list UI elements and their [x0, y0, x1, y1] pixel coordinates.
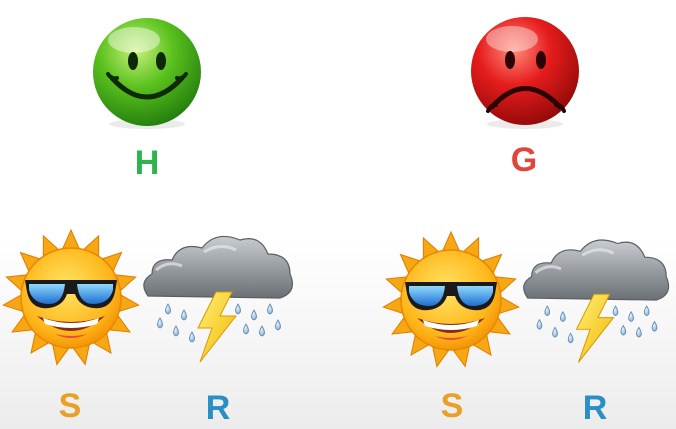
happy-face-icon — [90, 16, 204, 130]
rain-label-left: R — [205, 389, 231, 427]
sad-face-icon — [468, 14, 582, 129]
sun-with-sunglasses-icon — [2, 228, 140, 368]
storm-cloud-icon — [138, 230, 298, 370]
rain-label-right: R — [582, 389, 608, 427]
grumpy-label: G — [510, 141, 538, 179]
happy-label: H — [134, 144, 160, 182]
sun-label-left: S — [58, 387, 82, 425]
storm-cloud-icon — [518, 232, 674, 372]
sun-label-right: S — [440, 387, 464, 425]
sun-with-sunglasses-icon — [382, 230, 520, 370]
